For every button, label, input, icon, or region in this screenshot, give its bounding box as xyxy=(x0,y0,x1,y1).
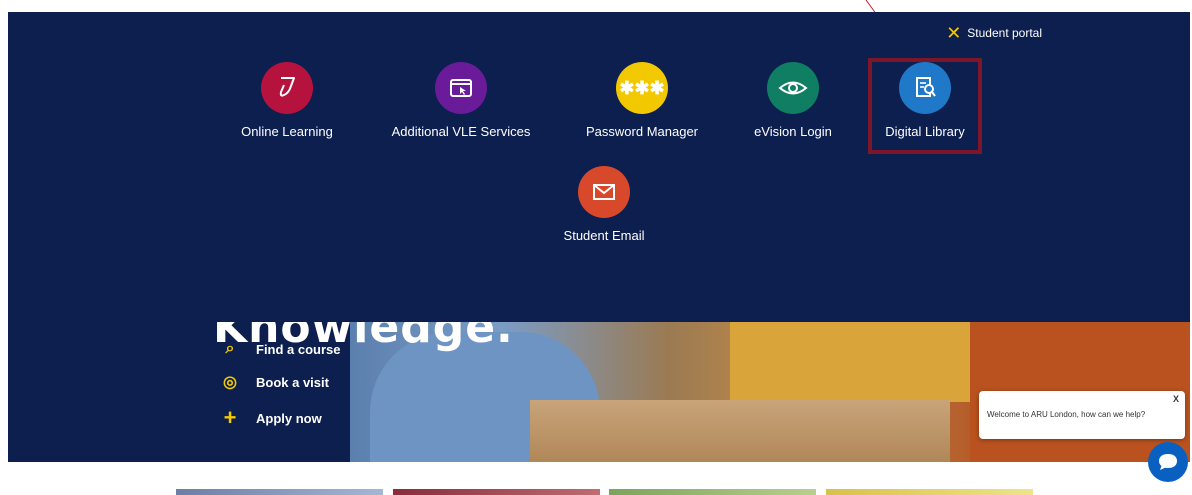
document-search-icon xyxy=(899,62,951,114)
content-card[interactable] xyxy=(609,489,816,495)
content-card[interactable] xyxy=(826,489,1033,495)
tile-label: Digital Library xyxy=(885,124,965,139)
chat-launcher-button[interactable] xyxy=(1148,442,1188,482)
chat-icon xyxy=(1159,454,1177,470)
location-pin-icon: ◎ xyxy=(223,374,237,391)
tile-label: Additional VLE Services xyxy=(391,124,531,139)
tile-online-learning[interactable]: Online Learning xyxy=(212,62,362,139)
book-a-visit-label: Book a visit xyxy=(256,374,329,390)
student-portal-panel: ✕ Student portal Online Learning Additio… xyxy=(8,12,1190,322)
tile-additional-vle-services[interactable]: Additional VLE Services xyxy=(386,62,536,139)
tile-student-email[interactable]: Student Email xyxy=(529,166,679,243)
plus-icon: + xyxy=(223,405,237,430)
close-icon: ✕ xyxy=(946,23,962,43)
apply-now-label: Apply now xyxy=(256,410,322,426)
eye-icon xyxy=(767,62,819,114)
apply-now-link[interactable]: + Apply now xyxy=(220,405,322,431)
close-student-portal-label: Student portal xyxy=(967,26,1042,40)
chat-welcome-bubble: X Welcome to ARU London, how can we help… xyxy=(979,391,1185,439)
content-card[interactable] xyxy=(176,489,383,495)
content-card[interactable] xyxy=(393,489,600,495)
chat-welcome-message: Welcome to ARU London, how can we help? xyxy=(987,410,1146,419)
tile-label: Password Manager xyxy=(586,124,698,139)
hero-photo-table xyxy=(530,400,950,462)
tile-label: eVision Login xyxy=(754,124,832,139)
close-student-portal-button[interactable]: ✕ Student portal xyxy=(946,23,1042,43)
envelope-icon xyxy=(578,166,630,218)
tile-password-manager[interactable]: ✱✱✱ Password Manager xyxy=(567,62,717,139)
hero-heading: Knowledge. xyxy=(213,322,514,353)
hero-photo-person-right xyxy=(730,322,970,402)
asterisks-icon: ✱✱✱ xyxy=(616,62,668,114)
book-a-visit-link[interactable]: ◎ Book a visit xyxy=(220,372,329,392)
pen-hand-icon xyxy=(261,62,313,114)
tile-digital-library[interactable]: Digital Library xyxy=(850,62,1000,139)
tile-label: Student Email xyxy=(563,228,645,243)
browser-window-icon xyxy=(435,62,487,114)
tile-label: Online Learning xyxy=(241,124,333,139)
tile-evision-login[interactable]: eVision Login xyxy=(718,62,868,139)
chat-close-button[interactable]: X xyxy=(1173,394,1179,404)
